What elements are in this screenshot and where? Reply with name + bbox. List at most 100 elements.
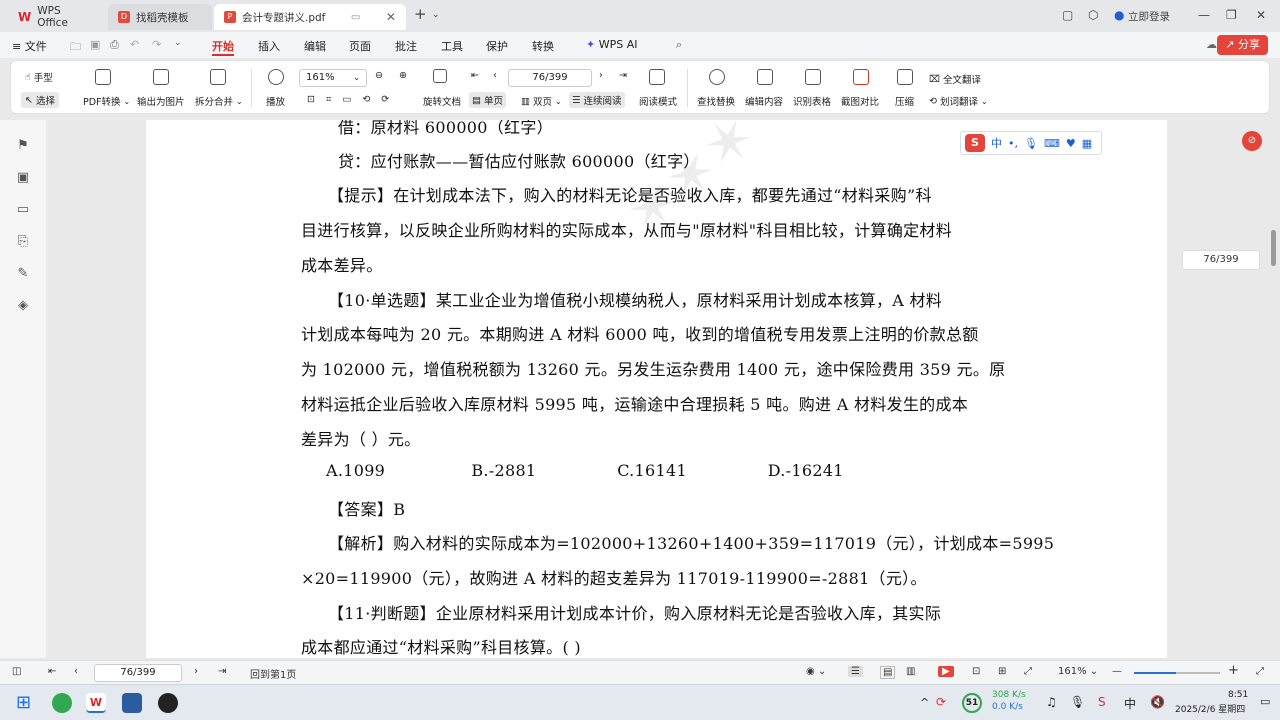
volume-icon[interactable]: 🔇 xyxy=(1150,695,1165,709)
menu-wps-ai[interactable]: ✦ WPS AI xyxy=(574,38,649,51)
tab-wps-office[interactable]: W WPS Office xyxy=(8,4,102,30)
minimize-icon[interactable]: — xyxy=(1198,8,1210,22)
signature-icon[interactable]: ✎ xyxy=(15,266,31,282)
play-button[interactable]: 播放 xyxy=(266,94,285,108)
sogou-tray-icon[interactable]: S xyxy=(1098,695,1106,709)
menu-protect[interactable]: 保护 xyxy=(474,38,520,54)
attachment-icon[interactable]: ⎘ xyxy=(15,234,31,250)
pdf-convert-button[interactable]: PDF转换 ⌄ xyxy=(83,94,130,109)
edit-content-button[interactable]: 编辑内容 xyxy=(745,94,783,108)
rotate-left-icon[interactable]: ⟲ xyxy=(362,94,370,105)
continuous-view-icon[interactable]: ☰ xyxy=(848,666,863,677)
clock-time[interactable]: 8:51 xyxy=(1228,690,1248,700)
tab-document[interactable]: P 会计专题讲义.pdf ▭ ✕ xyxy=(214,4,406,30)
assistant-icon[interactable]: ⊘ xyxy=(1242,131,1262,151)
close-tab-icon[interactable]: ✕ xyxy=(386,10,396,24)
continuous-read-button[interactable]: ☰ 连续阅读 xyxy=(569,92,625,108)
user-avatar-icon[interactable]: ● xyxy=(1114,8,1124,22)
background-icon[interactable]: ▭ xyxy=(342,94,351,105)
eye-icon[interactable]: ◉ ⌄ xyxy=(806,666,826,677)
menu-convert[interactable]: 转换 xyxy=(520,38,566,54)
single-view-icon[interactable]: ▤ xyxy=(880,666,896,679)
ime-tray-icon[interactable]: 中 xyxy=(1124,695,1136,712)
status-page-input[interactable]: 76/399 xyxy=(94,664,182,682)
last-page-icon[interactable]: ⇥ xyxy=(619,70,627,81)
play-icon[interactable]: ▶ xyxy=(938,666,954,677)
first-page-icon[interactable]: ⇤ xyxy=(471,70,479,81)
menu-tools[interactable]: 工具 xyxy=(429,38,475,54)
fit-width-icon[interactable]: ⊡ xyxy=(307,94,315,105)
zoom-in-icon[interactable]: + xyxy=(1228,663,1239,678)
next-page-icon[interactable]: › xyxy=(599,70,603,81)
menu-comment[interactable]: 批注 xyxy=(383,38,429,54)
share-button[interactable]: ↗ 分享 xyxy=(1217,35,1268,55)
monitor-icon[interactable]: ▭ xyxy=(351,12,360,23)
wps-taskbar-icon[interactable]: W xyxy=(86,693,106,713)
menu-insert[interactable]: 插入 xyxy=(246,38,292,54)
export-image-button[interactable]: 输出为图片 xyxy=(137,94,185,108)
menu-page[interactable]: 页面 xyxy=(337,38,383,54)
bookmark-icon[interactable]: ⚑ xyxy=(15,138,31,154)
single-page-button[interactable]: ▤ 单页 xyxy=(469,92,506,108)
chevron-down-icon[interactable]: ⌄ xyxy=(432,10,440,20)
double-page-button[interactable]: ▥ 双页 ⌄ xyxy=(521,94,562,109)
document-viewport[interactable]: ✶✶✶ 借：原材料 600000（红字） 贷：应付账款——暂估应付账款 6000… xyxy=(46,120,1270,658)
new-tab-icon[interactable]: + xyxy=(414,5,427,23)
mic-icon[interactable]: 🎙 xyxy=(1070,695,1085,709)
sidebar-toggle-icon[interactable]: ◫ xyxy=(12,666,21,677)
zoom-out-icon[interactable]: ⊖ xyxy=(375,70,383,81)
first-page-icon[interactable]: ⇤ xyxy=(48,666,56,677)
zoom-slider[interactable] xyxy=(1134,672,1220,674)
rotate-right-icon[interactable]: ⟳ xyxy=(381,94,389,105)
recognize-table-button[interactable]: 识别表格 xyxy=(793,94,831,108)
compress-button[interactable]: 压缩 xyxy=(895,94,914,108)
read-mode-button[interactable]: 阅读模式 xyxy=(639,94,677,108)
close-window-icon[interactable]: ✕ xyxy=(1256,8,1266,22)
status-zoom-select[interactable]: 161% ⌄ xyxy=(1058,666,1098,677)
next-page-icon[interactable]: › xyxy=(194,666,198,677)
rotate-document-button[interactable]: 旋转文档 xyxy=(423,94,461,108)
browser-icon[interactable] xyxy=(52,693,72,713)
maximize-icon[interactable]: ❐ xyxy=(1226,8,1237,22)
split-merge-button[interactable]: 拆分合并 ⌄ xyxy=(195,94,243,109)
zoom-select[interactable]: 161% ⌄ xyxy=(299,69,367,87)
prev-page-icon[interactable]: ‹ xyxy=(493,70,497,81)
window-layout-icon[interactable]: ▢ xyxy=(1062,8,1073,22)
expand-icon[interactable]: ⤢ xyxy=(1256,666,1264,677)
grid-menu-icon[interactable]: ▦ xyxy=(1082,137,1092,150)
tab-template[interactable]: D 找稻壳模板 xyxy=(108,4,212,30)
layers-icon[interactable]: ◈ xyxy=(15,298,31,314)
notification-icon[interactable]: ▭ xyxy=(1260,695,1270,708)
fit-width-icon[interactable]: ⊞ xyxy=(998,666,1006,677)
sync-icon[interactable]: ⟳ xyxy=(936,695,946,709)
select-tool-button[interactable]: ↖ 选择 xyxy=(21,92,59,108)
windows-start-icon[interactable]: ⊞ xyxy=(16,693,36,713)
prev-page-icon[interactable]: ‹ xyxy=(74,666,78,677)
word-translate-button[interactable]: ⟲ 划词翻译 ⌄ xyxy=(929,94,988,109)
thumbnail-icon[interactable]: ▣ xyxy=(15,170,31,186)
ime-language[interactable]: 中 xyxy=(991,135,1002,151)
ime-toolbar[interactable]: S 中 •, 🎙 ⌨ ♥ ▦ xyxy=(960,131,1102,155)
media-app-icon[interactable] xyxy=(158,693,178,713)
double-view-icon[interactable]: ▥ xyxy=(906,666,915,677)
find-replace-button[interactable]: 查找替换 xyxy=(697,94,735,108)
full-translate-button[interactable]: ⌧ 全文翻译 xyxy=(929,72,981,87)
menu-file[interactable]: ≡ 文件 xyxy=(0,38,59,54)
menu-edit[interactable]: 编辑 xyxy=(292,38,338,54)
app-icon[interactable] xyxy=(122,693,142,713)
last-page-icon[interactable]: ⇥ xyxy=(218,666,226,677)
microphone-icon[interactable]: 🎙 xyxy=(1024,137,1038,150)
login-button[interactable]: 立即登录 xyxy=(1128,9,1170,24)
back-to-first-page-link[interactable]: 回到第1页 xyxy=(250,666,296,681)
keyboard-icon[interactable]: ⌨ xyxy=(1044,137,1060,150)
hand-tool-button[interactable]: ☝ 手型 xyxy=(25,70,53,85)
fullscreen-icon[interactable]: ⤢ xyxy=(1024,666,1032,677)
page-number-input[interactable]: 76/399 xyxy=(508,69,592,87)
screenshot-compare-button[interactable]: 截图对比 xyxy=(841,94,879,108)
zoom-in-icon[interactable]: ⊕ xyxy=(399,70,407,81)
menu-home[interactable]: 开始 xyxy=(200,38,246,54)
fit-page-icon[interactable]: ⊡ xyxy=(972,666,980,677)
crop-icon[interactable]: ⌗ xyxy=(326,94,331,105)
monitor-badge[interactable]: 51 xyxy=(962,693,982,713)
skin-icon[interactable]: ♥ xyxy=(1066,137,1076,150)
